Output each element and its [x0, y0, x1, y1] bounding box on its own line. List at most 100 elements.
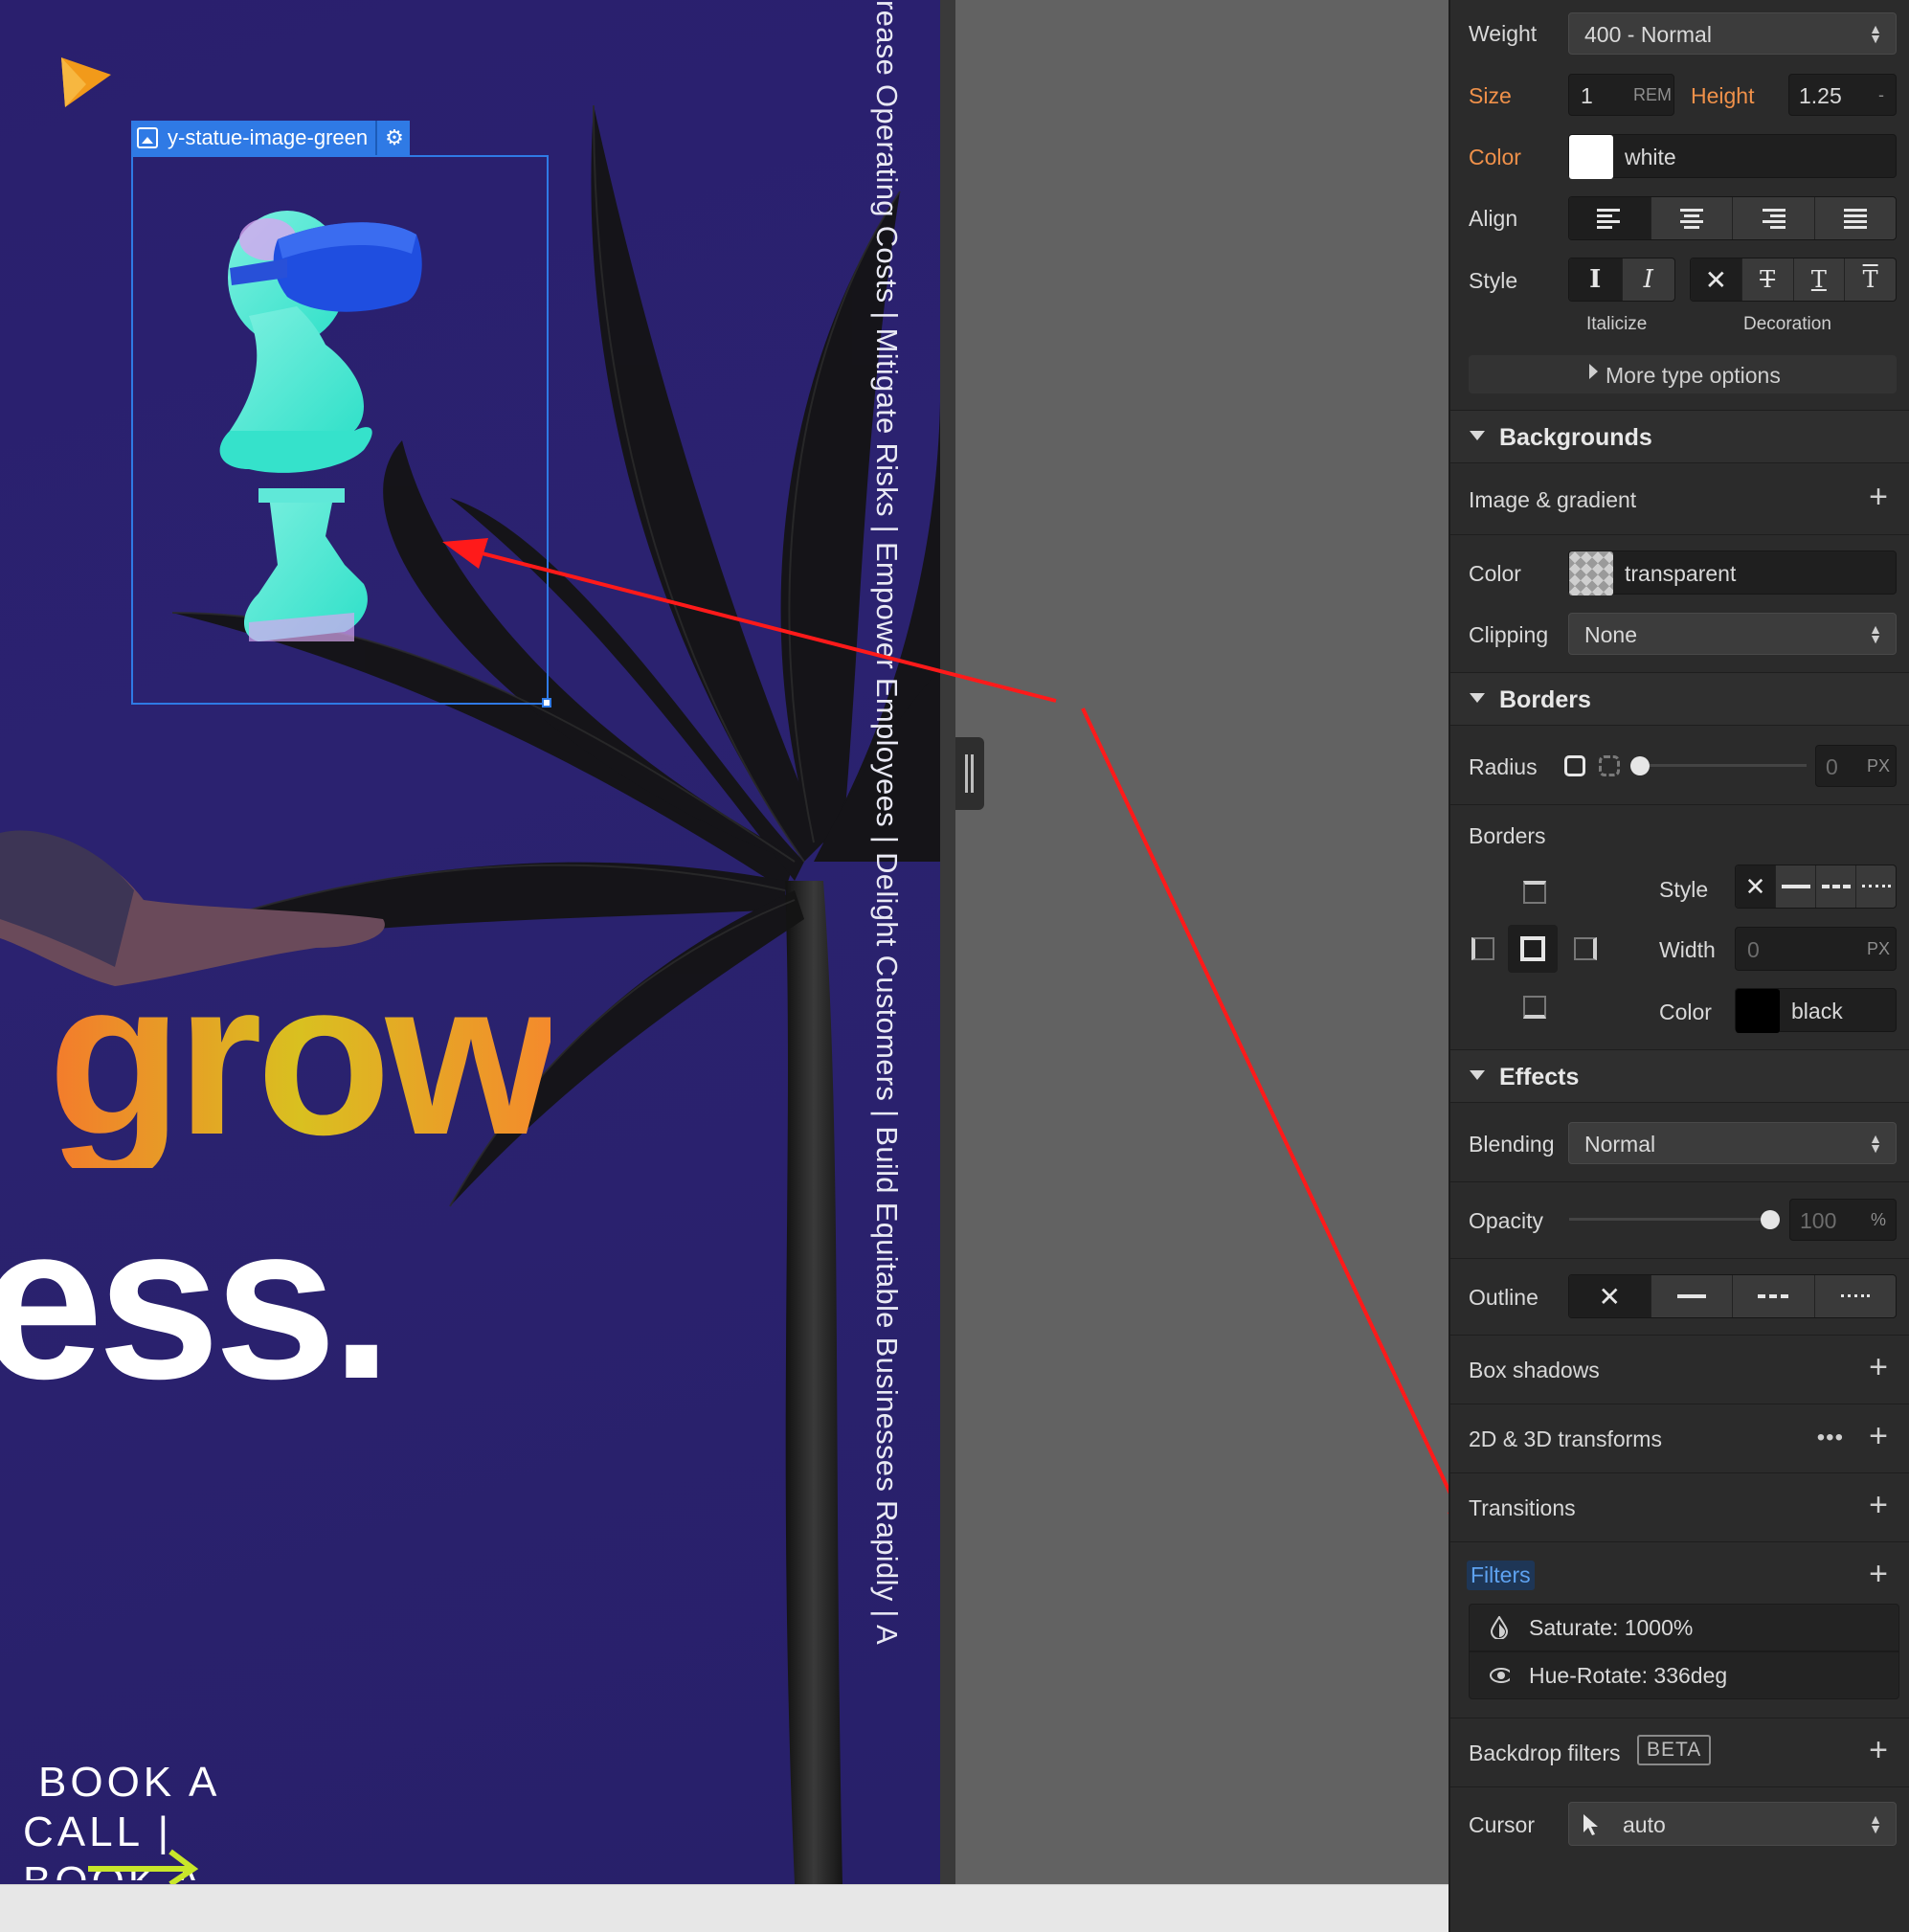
text-color-swatch[interactable]: [1569, 135, 1613, 179]
align-left-icon[interactable]: [1569, 197, 1651, 239]
filter-item-hue-rotate[interactable]: Hue-Rotate: 336deg: [1469, 1651, 1899, 1699]
radius-unit[interactable]: PX: [1867, 756, 1890, 776]
image-gradient-label: Image & gradient: [1469, 487, 1637, 512]
droplet-icon: [1489, 1616, 1510, 1639]
strikethrough-icon[interactable]: T: [1742, 258, 1794, 301]
radius-input[interactable]: 0 PX: [1815, 745, 1897, 787]
radius-slider-track[interactable]: [1634, 764, 1807, 767]
clipping-value: None: [1584, 622, 1637, 647]
effects-section-header[interactable]: Effects: [1450, 1049, 1909, 1103]
border-all-button[interactable]: [1508, 925, 1558, 973]
transparent-swatch[interactable]: [1569, 551, 1613, 595]
border-left-icon[interactable]: [1471, 937, 1494, 960]
selected-element-tag[interactable]: y-statue-image-green ⚙: [131, 121, 410, 155]
more-type-options-button[interactable]: More type options: [1469, 355, 1897, 393]
divider: [1450, 1718, 1909, 1719]
border-right-icon[interactable]: [1574, 937, 1597, 960]
outline-dotted-icon[interactable]: [1815, 1275, 1897, 1317]
headline-ess[interactable]: ess.: [0, 1192, 393, 1412]
style-panel: Weight 400 - Normal ▲ ▼ Size 1 REM Height…: [1449, 0, 1909, 1932]
radius-individual-icon[interactable]: [1599, 755, 1620, 776]
italicize-caption: Italicize: [1586, 314, 1648, 334]
no-decoration-icon[interactable]: ✕: [1691, 258, 1742, 301]
add-box-shadow-plus-icon[interactable]: +: [1869, 1351, 1888, 1383]
tag-separator: [375, 121, 378, 155]
divider: [1450, 804, 1909, 805]
height-unit[interactable]: -: [1878, 85, 1884, 105]
opacity-slider-track[interactable]: [1569, 1218, 1770, 1221]
overline-icon[interactable]: T: [1845, 258, 1896, 301]
border-width-unit[interactable]: PX: [1867, 939, 1890, 959]
transitions-label: Transitions: [1469, 1495, 1576, 1520]
border-dotted-icon[interactable]: [1856, 865, 1896, 908]
outline-none-icon[interactable]: ✕: [1569, 1275, 1651, 1317]
bg-color-field[interactable]: transparent: [1568, 550, 1897, 595]
eye-icon: [1489, 1667, 1510, 1684]
backgrounds-title: Backgrounds: [1499, 424, 1652, 451]
align-justify-icon[interactable]: [1815, 197, 1897, 239]
filters-label: Filters: [1467, 1561, 1535, 1590]
size-unit[interactable]: REM: [1633, 85, 1672, 105]
size-input[interactable]: 1 REM: [1568, 74, 1674, 116]
border-color-field[interactable]: black: [1735, 988, 1897, 1033]
design-canvas[interactable]: y-statue-image-green ⚙ rease Operating C…: [0, 0, 940, 1884]
gear-icon[interactable]: ⚙: [385, 125, 404, 150]
border-width-value: 0: [1747, 937, 1760, 962]
radius-slider-thumb[interactable]: [1630, 756, 1650, 775]
text-color-label: Color: [1469, 145, 1521, 169]
backgrounds-section-header[interactable]: Backgrounds: [1450, 410, 1909, 463]
weight-select[interactable]: 400 - Normal ▲ ▼: [1568, 12, 1897, 55]
border-bottom-icon[interactable]: [1523, 996, 1546, 1019]
image-icon: [137, 127, 158, 148]
outline-dashed-icon[interactable]: [1733, 1275, 1815, 1317]
border-solid-icon[interactable]: [1776, 865, 1816, 908]
resize-handle[interactable]: [542, 698, 551, 708]
more-options-icon[interactable]: •••: [1817, 1425, 1844, 1451]
upright-icon[interactable]: I: [1569, 258, 1623, 301]
opacity-slider-thumb[interactable]: [1761, 1210, 1780, 1229]
cursor-select[interactable]: auto ▲ ▼: [1568, 1802, 1897, 1846]
opacity-input[interactable]: 100 %: [1789, 1199, 1897, 1241]
border-none-icon[interactable]: ✕: [1736, 865, 1776, 908]
border-width-input[interactable]: 0 PX: [1735, 927, 1897, 971]
decoration-segmented-control[interactable]: ✕ T T T: [1690, 258, 1897, 302]
caret-down-icon: [1470, 431, 1485, 440]
bottom-status-bar: [0, 1884, 1449, 1932]
underline-icon[interactable]: T: [1794, 258, 1846, 301]
italic-icon[interactable]: I: [1623, 258, 1675, 301]
add-filter-plus-icon[interactable]: +: [1869, 1558, 1888, 1590]
filter-item-saturate[interactable]: Saturate: 1000%: [1469, 1604, 1899, 1651]
border-style-segmented-control[interactable]: ✕: [1735, 865, 1897, 909]
size-value: 1: [1581, 83, 1593, 108]
outline-solid-icon[interactable]: [1651, 1275, 1733, 1317]
italic-segmented-control[interactable]: I I: [1568, 258, 1675, 302]
outline-segmented-control[interactable]: ✕: [1568, 1274, 1897, 1318]
divider: [1450, 1541, 1909, 1542]
brand-logo-icon[interactable]: [57, 57, 111, 107]
align-right-icon[interactable]: [1733, 197, 1815, 239]
align-center-icon[interactable]: [1651, 197, 1733, 239]
add-backdrop-filter-plus-icon[interactable]: +: [1869, 1734, 1888, 1766]
borders-title: Borders: [1499, 686, 1591, 713]
align-segmented-control[interactable]: [1568, 196, 1897, 240]
select-arrows-icon: ▲ ▼: [1869, 1811, 1882, 1836]
add-image-gradient-plus-icon[interactable]: +: [1869, 481, 1888, 513]
canvas-scrollbar-track[interactable]: [940, 0, 955, 1884]
headline-grow[interactable]: grow: [48, 948, 556, 1168]
clipping-select[interactable]: None ▲ ▼: [1568, 613, 1897, 655]
decoration-caption: Decoration: [1743, 314, 1831, 334]
add-transform-plus-icon[interactable]: +: [1869, 1420, 1888, 1452]
border-color-swatch[interactable]: [1736, 989, 1780, 1033]
radius-all-icon[interactable]: [1564, 755, 1585, 776]
text-color-field[interactable]: white: [1568, 134, 1897, 179]
blending-select[interactable]: Normal ▲ ▼: [1568, 1122, 1897, 1164]
clipping-label: Clipping: [1469, 622, 1549, 647]
height-input[interactable]: 1.25 -: [1788, 74, 1897, 116]
canvas-resize-handle[interactable]: [955, 737, 984, 810]
radius-value: 0: [1826, 754, 1838, 779]
add-transition-plus-icon[interactable]: +: [1869, 1489, 1888, 1521]
borders-section-header[interactable]: Borders: [1450, 672, 1909, 726]
border-top-icon[interactable]: [1523, 881, 1546, 904]
filter-item-label: Saturate: 1000%: [1529, 1614, 1694, 1640]
border-dashed-icon[interactable]: [1816, 865, 1856, 908]
